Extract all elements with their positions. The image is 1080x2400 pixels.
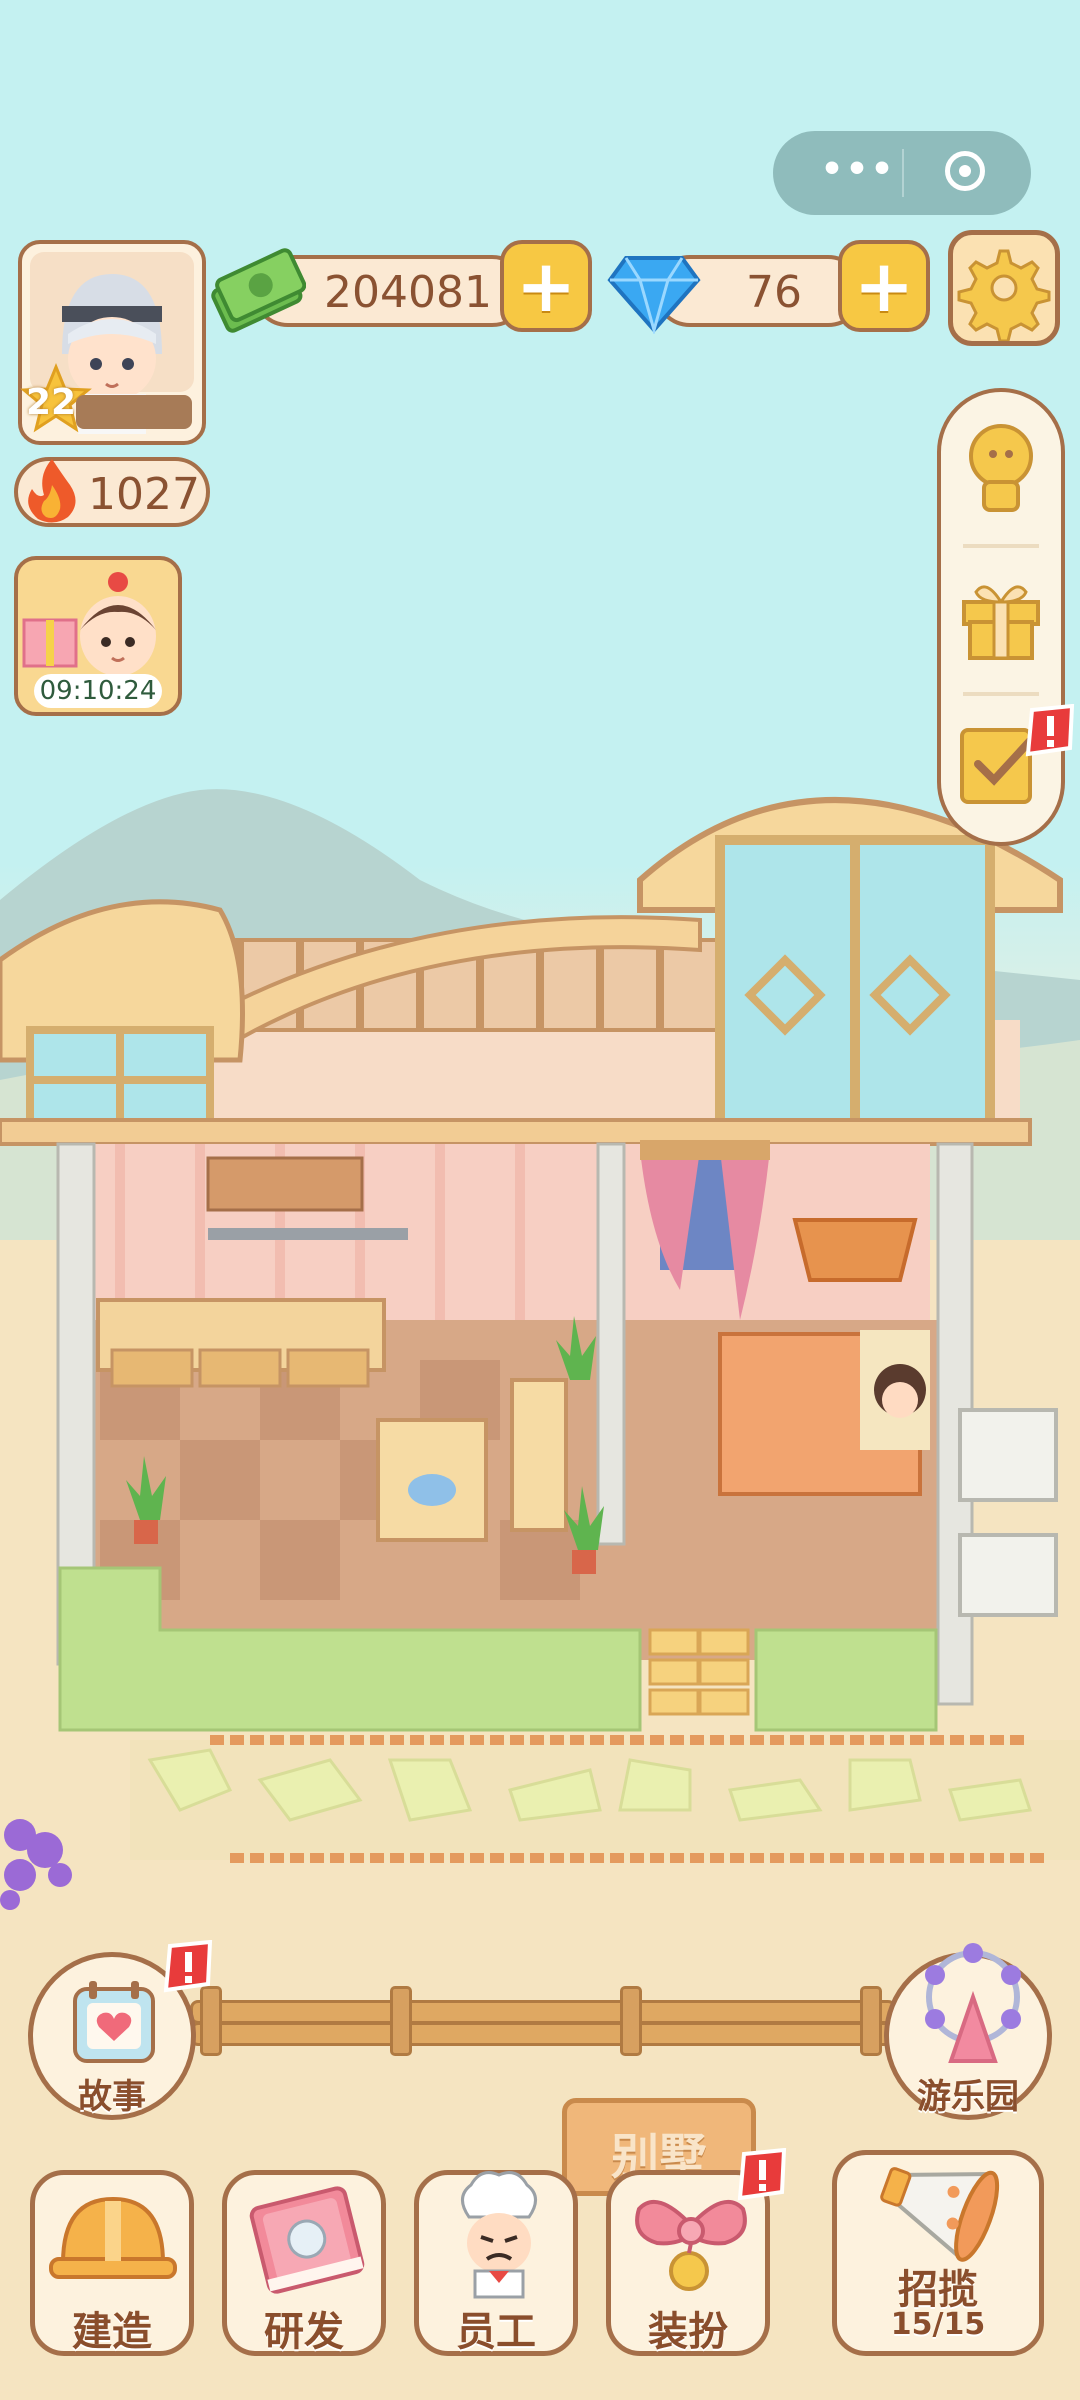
recipe-book-icon	[249, 2186, 365, 2294]
heat-counter[interactable]: 1027	[14, 457, 210, 527]
player-level: 22	[25, 382, 77, 423]
hard-hat-icon	[49, 2196, 177, 2279]
heat-value: 1027	[88, 469, 200, 520]
flower-bush	[0, 1819, 72, 1910]
diamond-icon	[607, 256, 701, 334]
settings-button[interactable]	[948, 230, 1060, 346]
staff-button[interactable]: 员工	[414, 2170, 578, 2356]
miniprogram-capsule: •••	[773, 131, 1031, 215]
ferris-wheel-icon	[925, 1943, 1021, 2063]
staff-label: 员工	[456, 2309, 536, 2355]
story-label: 故事	[78, 2077, 146, 2117]
player-name-bar	[76, 395, 192, 429]
megaphone-icon	[880, 2167, 1000, 2262]
ranking-icon[interactable]	[958, 420, 1044, 516]
alert-badge-icon	[1025, 704, 1075, 757]
stone-path	[130, 1735, 1080, 1863]
cash-icon	[211, 248, 306, 333]
plus-icon: +	[515, 244, 577, 328]
gear-icon	[957, 249, 1051, 343]
research-button[interactable]: 研发	[222, 2170, 386, 2356]
add-diamond-button[interactable]: +	[838, 240, 930, 332]
gift-icon[interactable]	[956, 574, 1046, 664]
build-button[interactable]: 建造	[30, 2170, 194, 2356]
amusement-park-label: 游乐园	[917, 2077, 1019, 2117]
recruit-count: 15/15	[890, 2307, 986, 2342]
villa-house	[0, 797, 1063, 1732]
fire-icon	[28, 459, 76, 523]
close-miniprogram-icon[interactable]	[945, 151, 985, 191]
chef-icon	[461, 2171, 537, 2299]
research-label: 研发	[264, 2309, 344, 2355]
plus-icon: +	[853, 244, 915, 328]
alert-badge-icon	[163, 1940, 213, 1993]
build-label: 建造	[72, 2309, 152, 2355]
diamond-value: 76	[746, 267, 802, 318]
cash-value: 204081	[324, 267, 492, 318]
gift-event-button[interactable]: 09:10:24	[14, 556, 182, 716]
add-cash-button[interactable]: +	[500, 240, 592, 332]
alert-badge-icon	[737, 2148, 787, 2201]
amusement-park-button[interactable]: 游乐园	[884, 1943, 1052, 2120]
event-timer: 09:10:24	[34, 674, 162, 708]
more-icon[interactable]: •••	[813, 149, 903, 190]
dress-up-label: 装扮	[648, 2309, 728, 2355]
recruit-button[interactable]: 招揽 15/15	[832, 2150, 1044, 2356]
calendar-heart-icon	[73, 1981, 155, 2063]
